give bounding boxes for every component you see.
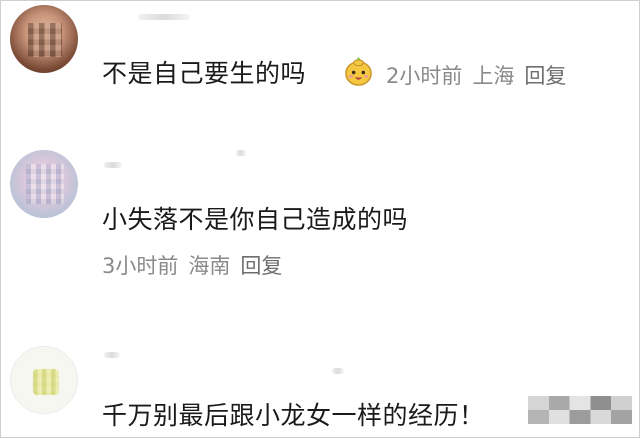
comment-location: 海南	[188, 254, 231, 278]
user-avatar[interactable]	[10, 346, 78, 414]
mosaic-overlay	[33, 369, 59, 395]
username-redacted	[104, 352, 120, 358]
username-redacted	[332, 368, 344, 374]
comment-meta: 2小时前 上海 回复	[386, 60, 576, 90]
comment-location: 上海	[472, 64, 515, 88]
comment-time: 2小时前	[386, 64, 463, 88]
username-redacted	[104, 162, 122, 168]
reply-button[interactable]: 回复	[524, 64, 566, 88]
username-redacted	[236, 150, 246, 156]
comment-text: 千万别最后跟小龙女一样的经历！	[102, 401, 485, 430]
user-avatar[interactable]	[10, 150, 78, 218]
mosaic-overlay	[528, 396, 632, 424]
user-avatar[interactable]	[10, 5, 78, 73]
mosaic-overlay	[28, 23, 62, 57]
mosaic-overlay	[26, 164, 64, 204]
comment-text: 小失落不是你自己造成的吗	[102, 205, 409, 234]
username-redacted	[138, 14, 190, 20]
comment-time: 3小时前	[102, 254, 179, 278]
yellow-doll-emoji-icon	[345, 56, 372, 86]
comment-meta: 3小时前 海南 回复	[102, 250, 292, 280]
reply-button[interactable]: 回复	[240, 254, 282, 278]
comment-text: 不是自己要生的吗	[102, 59, 307, 88]
